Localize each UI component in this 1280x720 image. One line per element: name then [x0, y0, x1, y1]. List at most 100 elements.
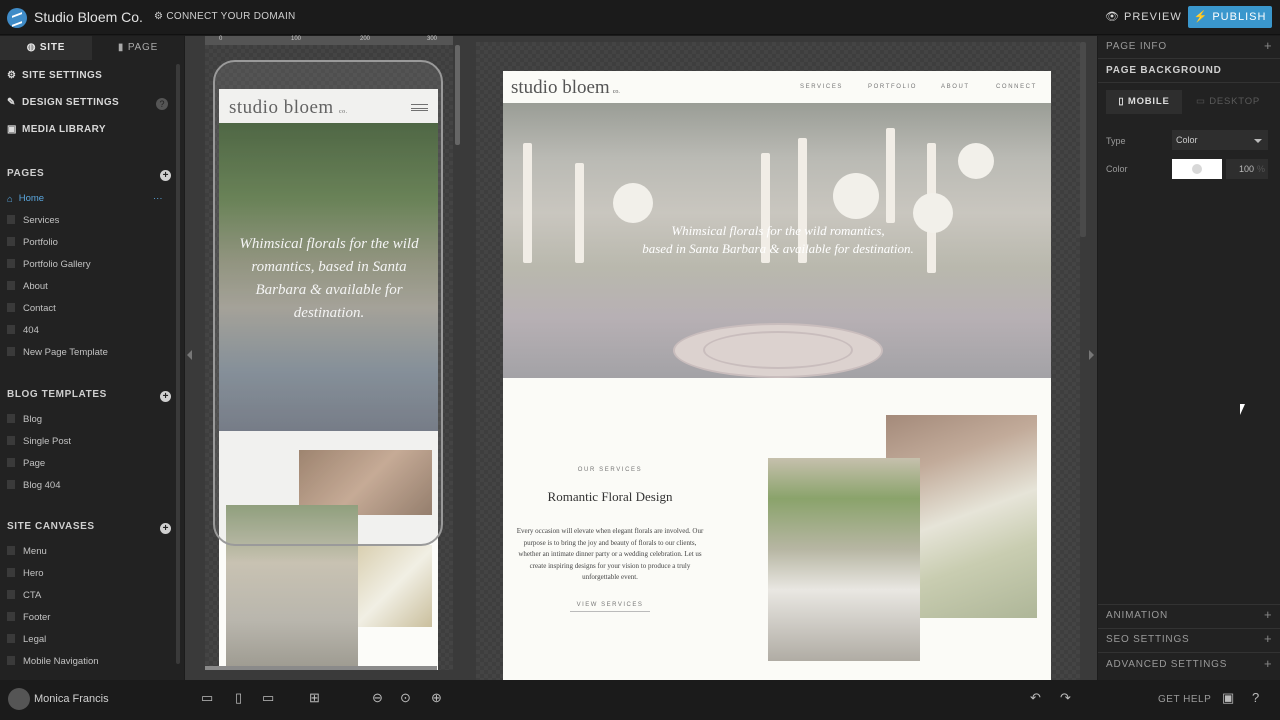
tab-site[interactable]: ◍ SITE — [0, 36, 92, 60]
page-background-header[interactable]: PAGE BACKGROUND — [1106, 65, 1222, 76]
tab-page-label: PAGE — [127, 42, 159, 53]
expand-page-info-icon[interactable]: + — [1264, 38, 1272, 53]
more-options-icon[interactable]: ··· — [153, 193, 163, 204]
background-type-select[interactable]: Color — [1172, 130, 1268, 150]
mobile-horizontal-scrollbar[interactable] — [205, 666, 437, 670]
expand-seo-icon[interactable]: + — [1264, 631, 1272, 646]
site-title[interactable]: Studio Bloem Co. — [34, 9, 143, 25]
page-item-404[interactable]: 404 — [7, 325, 39, 336]
animation-header[interactable]: ANIMATION — [1106, 610, 1168, 621]
blog-item-single-post[interactable]: Single Post — [7, 436, 71, 447]
preview-button[interactable]: 👁 PREVIEW — [1105, 10, 1182, 23]
page-item-services[interactable]: Services — [7, 215, 59, 226]
desktop-image-couple[interactable] — [768, 458, 920, 661]
help-icon[interactable]: ? — [156, 98, 168, 110]
blog-item-blog[interactable]: Blog — [7, 414, 42, 425]
page-item-portfolio-gallery[interactable]: Portfolio Gallery — [7, 259, 91, 270]
nav-services[interactable]: SERVICES — [800, 84, 843, 90]
divider — [1098, 628, 1280, 629]
page-icon — [7, 546, 15, 555]
add-blog-template-button[interactable]: + — [160, 391, 171, 402]
undo-icon[interactable]: ↶ — [1030, 690, 1041, 706]
chat-help-icon[interactable]: ? — [1252, 690, 1259, 705]
page-item-portfolio[interactable]: Portfolio — [7, 237, 58, 248]
page-item-about[interactable]: About — [7, 281, 48, 292]
services-heading[interactable]: Romantic Floral Design — [503, 489, 717, 505]
tab-site-label: SITE — [39, 42, 66, 53]
mobile-image-flowers[interactable] — [358, 545, 432, 627]
avatar[interactable] — [8, 688, 30, 710]
phone-icon: ▯ — [1118, 96, 1128, 107]
page-icon — [7, 568, 15, 577]
flower-shape — [613, 183, 653, 223]
monitor-view-icon[interactable]: ▭ — [262, 690, 274, 706]
nav-about[interactable]: ABOUT — [941, 84, 970, 90]
canvas-item-menu[interactable]: Menu — [7, 546, 47, 557]
canvas-item-cta[interactable]: CTA — [7, 590, 41, 601]
opacity-input[interactable]: 100 — [1226, 159, 1268, 179]
canvas-item-legal[interactable]: Legal — [7, 634, 46, 645]
grid-icon[interactable]: ⊞ — [309, 690, 320, 706]
logo-text: studio bloem — [511, 77, 610, 98]
mobile-vertical-scrollbar[interactable] — [455, 45, 460, 145]
get-help-link[interactable]: GET HELP — [1158, 694, 1211, 705]
page-item-new-template[interactable]: New Page Template — [7, 347, 108, 358]
publish-button[interactable]: ⚡ PUBLISH — [1188, 6, 1272, 28]
page-item-contact[interactable]: Contact — [7, 303, 56, 314]
page-label: Contact — [23, 303, 56, 314]
blog-item-page[interactable]: Page — [7, 458, 45, 469]
advanced-settings-header[interactable]: ADVANCED SETTINGS — [1106, 659, 1227, 670]
type-label: Type — [1106, 136, 1126, 146]
tab-mobile[interactable]: ▯ MOBILE — [1106, 90, 1182, 114]
services-kicker[interactable]: OUR SERVICES — [503, 467, 717, 473]
tab-desktop[interactable]: ▭ DESKTOP — [1190, 90, 1266, 114]
pages-header: PAGES — [7, 168, 45, 179]
nav-connect[interactable]: CONNECT — [996, 84, 1037, 90]
media-library-item[interactable]: ▣ MEDIA LIBRARY — [7, 124, 106, 135]
collapse-left-icon[interactable] — [187, 350, 192, 360]
expand-animation-icon[interactable]: + — [1264, 607, 1272, 622]
user-name[interactable]: Monica Francis — [34, 693, 109, 705]
color-swatch[interactable] — [1172, 159, 1222, 179]
zoom-fit-icon[interactable]: ⊙ — [400, 690, 411, 706]
design-settings-item[interactable]: ✎ DESIGN SETTINGS — [7, 97, 119, 108]
services-body-text[interactable]: Every occasion will elevate when elegant… — [515, 526, 705, 584]
collapse-right-icon[interactable] — [1089, 350, 1094, 360]
add-page-button[interactable]: + — [160, 170, 171, 181]
page-icon — [7, 480, 15, 489]
zoom-out-icon[interactable]: ⊖ — [372, 690, 383, 706]
preview-label: PREVIEW — [1124, 11, 1182, 23]
nav-portfolio[interactable]: PORTFOLIO — [868, 84, 917, 90]
canvas-item-hero[interactable]: Hero — [7, 568, 44, 579]
page-icon — [7, 436, 15, 445]
zoom-in-icon[interactable]: ⊕ — [431, 690, 442, 706]
desktop-site-logo[interactable]: studio bloem co. — [511, 77, 620, 99]
desktop-vertical-scrollbar[interactable] — [1080, 42, 1086, 237]
canvas-item-mobile-navigation[interactable]: Mobile Navigation — [7, 656, 99, 667]
canvas-item-footer[interactable]: Footer — [7, 612, 50, 623]
flower-shape — [913, 193, 953, 233]
page-label: Blog — [23, 414, 43, 425]
help-book-icon[interactable]: ▣ — [1222, 690, 1234, 706]
add-canvas-button[interactable]: + — [160, 523, 171, 534]
page-item-home[interactable]: ⌂ Home ··· — [7, 193, 163, 205]
page-info-header[interactable]: PAGE INFO — [1106, 41, 1167, 52]
view-services-link[interactable]: VIEW SERVICES — [570, 602, 650, 612]
site-settings-item[interactable]: ⚙ SITE SETTINGS — [7, 70, 102, 81]
page-icon — [7, 215, 15, 224]
app-logo-icon[interactable] — [7, 8, 27, 28]
seo-settings-header[interactable]: SEO SETTINGS — [1106, 634, 1190, 645]
desktop-hero-text[interactable]: Whimsical florals for the wild romantics… — [640, 222, 916, 258]
blog-item-404[interactable]: Blog 404 — [7, 480, 61, 491]
connect-domain-link[interactable]: ⚙ CONNECT YOUR DOMAIN — [154, 11, 296, 22]
sidebar-scrollbar[interactable] — [176, 64, 180, 664]
tab-page[interactable]: ▮ PAGE — [92, 36, 184, 60]
desktop-view-icon[interactable]: ▭ — [201, 690, 213, 706]
page-label: New Page Template — [23, 347, 108, 358]
mobile-view-icon[interactable]: ▯ — [235, 690, 242, 706]
candle-shape — [575, 163, 584, 263]
redo-icon[interactable]: ↷ — [1060, 690, 1071, 706]
page-icon — [7, 612, 15, 621]
page-label: Blog 404 — [23, 480, 61, 491]
expand-advanced-icon[interactable]: + — [1264, 656, 1272, 671]
